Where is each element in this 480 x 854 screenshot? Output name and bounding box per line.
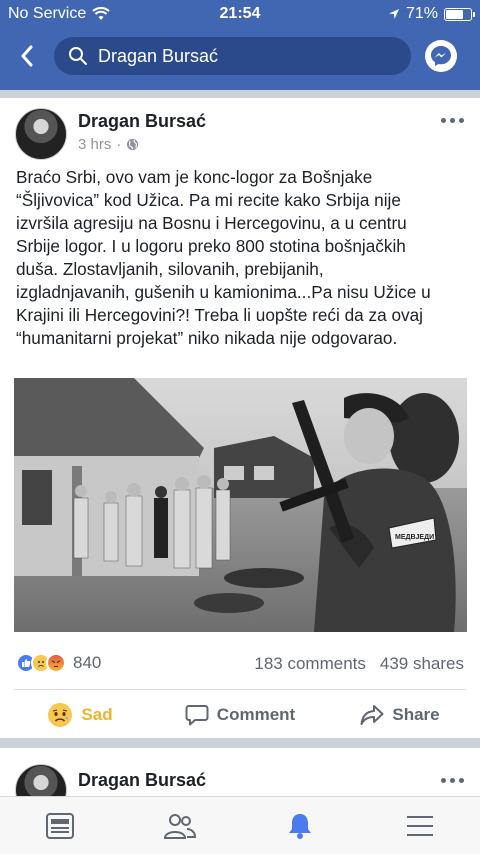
reaction-button[interactable]: Sad — [0, 694, 160, 736]
tab-bar — [0, 796, 480, 854]
chevron-left-icon — [21, 45, 33, 67]
post-time[interactable]: 3 hrs — [78, 136, 111, 153]
globe-icon — [127, 138, 139, 151]
post-text-line: izvršila agresiju na Bosnu i Hercegovinu… — [16, 213, 407, 233]
separator — [0, 738, 480, 748]
messenger-button[interactable] — [425, 40, 457, 72]
messenger-icon — [431, 46, 451, 66]
tab-menu[interactable] — [390, 804, 450, 848]
post-author[interactable]: Dragan Bursać — [78, 770, 206, 791]
bell-icon — [289, 813, 311, 839]
top-bar: No Service 21:54 71% Dragan Bursać — [0, 0, 480, 90]
post-card: Dragan Bursać 3 hrs · Braćo Srbi, ovo va… — [0, 98, 480, 738]
search-bar[interactable]: Dragan Bursać — [54, 37, 411, 75]
clock: 21:54 — [219, 5, 261, 22]
search-input[interactable]: Dragan Bursać — [98, 46, 218, 67]
post-text-line: “humanitarni projekat” niko nikada nije … — [16, 328, 398, 348]
tab-news-feed[interactable] — [30, 804, 90, 848]
angry-reaction-icon — [46, 653, 66, 673]
post-text-line: Srbije logor. I u logoru preko 800 stoti… — [16, 236, 406, 256]
nav-row: Dragan Bursać — [0, 34, 480, 78]
back-button[interactable] — [0, 34, 54, 78]
post-author[interactable]: Dragan Bursać — [78, 111, 206, 132]
comment-label: Comment — [216, 705, 296, 724]
post-photo[interactable]: МЕДВЈЕДИ — [14, 378, 467, 632]
share-button[interactable]: Share — [320, 694, 480, 736]
post-text-line: duša. Zlostavljanih, silovanih, prebijan… — [16, 259, 324, 279]
post-actions: Sad Comment Share — [0, 694, 480, 736]
news-feed-icon — [46, 812, 74, 839]
tab-friends[interactable] — [150, 804, 210, 848]
post-text: Braćo Srbi, ovo vam je konc-logor za Boš… — [16, 166, 466, 350]
tab-notifications[interactable] — [270, 804, 330, 848]
more-options-button[interactable] — [441, 118, 464, 123]
meta-dot: · — [116, 136, 122, 153]
post-text-line: “Šljivovica” kod Užica. Pa mi recite kak… — [16, 190, 401, 210]
post-meta: 3 hrs · — [78, 136, 139, 153]
comment-button[interactable]: Comment — [160, 694, 320, 736]
battery-icon — [444, 7, 475, 21]
post-text-line: Krajini ili Hercegovini?! Treba li uopšt… — [16, 305, 423, 325]
more-options-button[interactable] — [441, 778, 464, 783]
reaction-summary[interactable]: 840 — [16, 653, 101, 673]
avatar[interactable] — [15, 108, 67, 160]
comments-count[interactable]: 183 comments — [254, 654, 366, 674]
shoulder-badge: МЕДВЈЕДИ — [395, 534, 434, 541]
photo-image: МЕДВЈЕДИ — [14, 378, 467, 632]
post-stats: 183 comments 439 shares — [254, 654, 464, 674]
share-icon — [360, 705, 384, 725]
sad-face-icon — [48, 703, 73, 727]
reaction-count: 840 — [73, 653, 102, 672]
post-text-line: Braćo Srbi, ovo vam je konc-logor za Boš… — [16, 167, 373, 187]
comment-icon — [185, 705, 209, 726]
search-icon — [69, 47, 87, 65]
shares-count[interactable]: 439 shares — [380, 654, 464, 674]
divider — [14, 689, 466, 690]
friends-icon — [163, 813, 197, 839]
reaction-label: Sad — [81, 705, 113, 724]
menu-icon — [407, 815, 433, 836]
post-text-line: izgladnjavanih, gušenih u kamionima...Pa… — [16, 282, 431, 302]
separator — [0, 90, 480, 98]
share-label: Share — [392, 705, 440, 724]
status-bar: No Service 21:54 71% — [0, 0, 480, 28]
